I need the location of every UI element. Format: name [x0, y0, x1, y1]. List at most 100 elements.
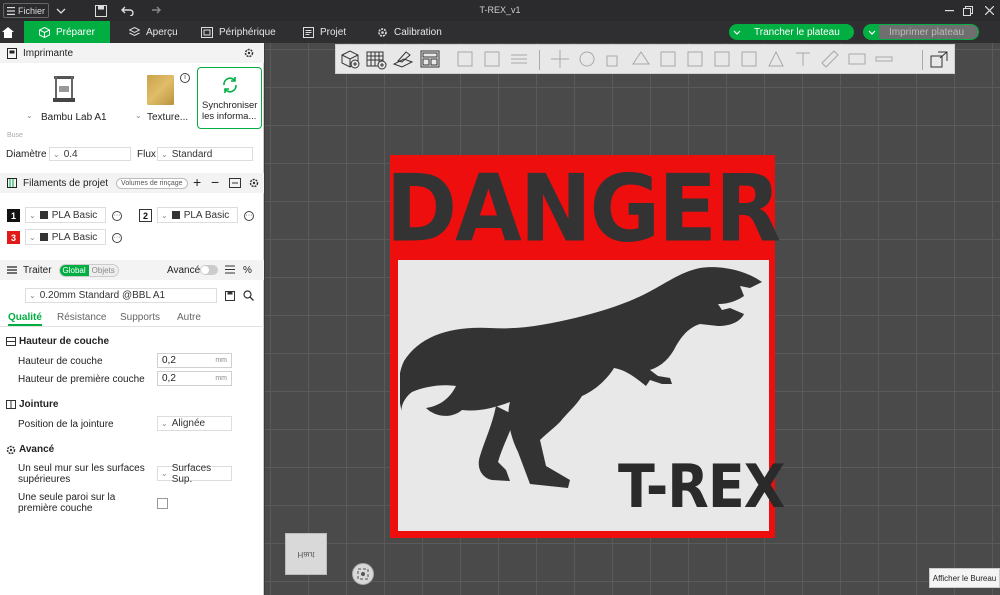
- chevron-down-icon: ⌄: [29, 291, 36, 300]
- view-cube[interactable]: Haut: [285, 533, 327, 575]
- tab-quality[interactable]: Qualité: [8, 312, 42, 323]
- slice-plate-button[interactable]: Trancher le plateau: [729, 24, 854, 40]
- gear-icon[interactable]: [244, 48, 254, 61]
- single-wall-top-label: Un seul mur sur les surfaces: [18, 463, 145, 474]
- tab-preview[interactable]: Aperçu: [129, 21, 178, 43]
- list-icon[interactable]: [225, 265, 235, 277]
- chevron-down-icon: ⌄: [29, 210, 36, 220]
- add-plate-icon[interactable]: [365, 48, 387, 70]
- printer-name: Bambu Lab A1: [41, 112, 107, 123]
- diameter-select[interactable]: ⌄ 0.4: [49, 147, 131, 161]
- printer-card[interactable]: ⌄ Bambu Lab A1: [5, 67, 128, 129]
- first-layer-height-input[interactable]: 0,2 mm: [157, 371, 232, 386]
- restore-icon[interactable]: [963, 3, 973, 18]
- flow-select[interactable]: ⌄ Standard: [157, 147, 253, 161]
- advanced-toggle[interactable]: [200, 265, 218, 275]
- auto-orient-icon[interactable]: [392, 48, 414, 70]
- search-icon[interactable]: [243, 290, 254, 304]
- seam-position-label: Position de la jointure: [18, 419, 114, 430]
- chevron-down-icon[interactable]: [729, 24, 744, 40]
- seam-paint-icon[interactable]: [738, 48, 760, 70]
- save-icon[interactable]: [225, 291, 235, 304]
- tab-label: Périphérique: [219, 26, 276, 38]
- gear-icon[interactable]: [249, 178, 259, 191]
- slice-plate-label: Trancher le plateau: [754, 26, 840, 38]
- cut-icon[interactable]: [657, 48, 679, 70]
- filament-icon: [39, 211, 48, 219]
- more-icon[interactable]: ···: [112, 233, 122, 243]
- filament-name: PLA Basic: [51, 231, 98, 243]
- move-icon[interactable]: [549, 48, 571, 70]
- support-paint-icon[interactable]: [711, 48, 733, 70]
- tab-calibration[interactable]: Calibration: [377, 21, 442, 43]
- filament-swatch[interactable]: 2: [139, 209, 152, 222]
- text-icon[interactable]: [792, 48, 814, 70]
- filament-icon: [39, 233, 48, 241]
- arrange-icon[interactable]: [419, 48, 441, 70]
- tab-strength[interactable]: Résistance: [57, 312, 106, 323]
- tab-supports[interactable]: Supports: [120, 312, 160, 323]
- filament-select[interactable]: ⌄ PLA Basic: [25, 229, 106, 245]
- show-desktop-tooltip: Afficher le Bureau: [929, 568, 1000, 588]
- split-icon[interactable]: [454, 48, 476, 70]
- seam-position-value: Alignée: [171, 418, 206, 429]
- filaments-section-header: Filaments de projet Volumes de rinçage: [0, 173, 264, 193]
- unit-label: mm: [215, 375, 227, 382]
- mesh-boolean-icon[interactable]: [684, 48, 706, 70]
- flow-label: Flux: [137, 149, 156, 160]
- filament-select[interactable]: ⌄ PLA Basic: [25, 207, 106, 223]
- brim-icon[interactable]: [873, 48, 895, 70]
- plate-card[interactable]: i ⌄ Texture...: [130, 67, 193, 129]
- layers-icon[interactable]: [508, 48, 530, 70]
- global-objects-toggle[interactable]: Global Objets: [58, 263, 119, 277]
- copy-icon[interactable]: [481, 48, 503, 70]
- print-plate-button[interactable]: Imprimer plateau: [863, 24, 979, 40]
- tab-other[interactable]: Autre: [177, 312, 201, 323]
- tab-label: Aperçu: [146, 26, 178, 38]
- purge-volumes-button[interactable]: Volumes de rinçage: [116, 177, 188, 189]
- percent-icon[interactable]: %: [243, 265, 252, 276]
- explode-view-icon[interactable]: [928, 48, 950, 70]
- single-wall-first-label-2: première couche: [18, 503, 93, 514]
- tab-prepare[interactable]: Préparer: [24, 21, 110, 43]
- sync-label-2: les informa...: [202, 111, 257, 122]
- more-icon[interactable]: ···: [112, 211, 122, 221]
- sync-button[interactable]: Synchroniser les informa...: [197, 67, 262, 129]
- color-paint-icon[interactable]: [765, 48, 787, 70]
- filament-swatch[interactable]: 3: [7, 231, 20, 244]
- remove-icon[interactable]: −: [211, 174, 219, 190]
- rotate-icon[interactable]: [576, 48, 598, 70]
- seam-position-select[interactable]: ⌄ Alignée: [157, 416, 232, 431]
- more-icon[interactable]: ···: [244, 211, 254, 221]
- process-preset-select[interactable]: ⌄ 0.20mm Standard @BBL A1: [25, 288, 217, 303]
- info-icon[interactable]: i: [180, 73, 190, 83]
- lay-on-face-icon[interactable]: [630, 48, 652, 70]
- layer-height-input[interactable]: 0,2 mm: [157, 353, 232, 368]
- toggle-global[interactable]: Global: [59, 264, 89, 276]
- window-title: T-REX_v1: [479, 5, 521, 15]
- single-wall-top-select[interactable]: ⌄ Surfaces Sup.: [157, 463, 232, 485]
- home-icon[interactable]: [0, 21, 22, 43]
- chevron-down-icon[interactable]: [864, 24, 879, 40]
- filament-swatch[interactable]: 1: [7, 209, 20, 222]
- tab-project[interactable]: Projet: [303, 21, 346, 43]
- cube-icon: [39, 26, 50, 38]
- close-icon[interactable]: [985, 3, 994, 18]
- filament-number: 1: [10, 210, 16, 221]
- tab-label: Calibration: [394, 26, 442, 38]
- measure-icon[interactable]: [819, 48, 841, 70]
- add-object-icon[interactable]: [339, 48, 361, 70]
- scale-icon[interactable]: [603, 48, 625, 70]
- sync-filament-icon[interactable]: [229, 178, 241, 191]
- assembly-icon[interactable]: [846, 48, 868, 70]
- chevron-down-icon: ⌄: [53, 149, 60, 159]
- filament-select[interactable]: ⌄ PLA Basic: [157, 207, 238, 223]
- add-icon[interactable]: +: [193, 174, 201, 190]
- seam-icon: [6, 400, 16, 412]
- toggle-objects[interactable]: Objets: [88, 264, 118, 276]
- camera-reset-icon[interactable]: [352, 563, 374, 585]
- single-wall-first-checkbox[interactable]: [157, 498, 168, 509]
- tab-device[interactable]: Périphérique: [201, 21, 276, 43]
- minimize-icon[interactable]: [945, 3, 954, 18]
- printer-header-label: Imprimante: [23, 47, 74, 59]
